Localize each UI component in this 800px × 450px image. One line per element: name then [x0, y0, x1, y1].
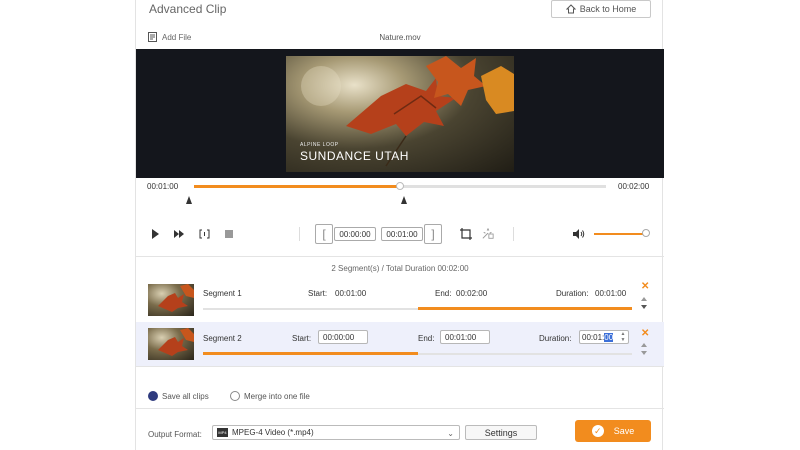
speaker-icon: [573, 229, 585, 239]
volume-button[interactable]: [573, 228, 585, 240]
delete-segment-icon[interactable]: ✕: [641, 281, 649, 292]
split-icon: [199, 229, 209, 239]
move-up-icon[interactable]: [641, 297, 647, 301]
merge-option[interactable]: Merge into one file: [230, 391, 310, 401]
output-format-value: MPEG-4 Video (*.mp4): [232, 428, 314, 437]
move-down-icon[interactable]: [641, 305, 647, 309]
divider: [136, 408, 664, 409]
timeline-progress: [194, 185, 400, 188]
clip-start-field[interactable]: 00:00:00: [334, 227, 376, 241]
effects-button[interactable]: [482, 228, 494, 240]
set-start-button[interactable]: [: [315, 224, 333, 244]
output-format-label: Output Format:: [148, 430, 202, 439]
back-to-home-button[interactable]: Back to Home: [551, 0, 651, 18]
save-all-radio[interactable]: [148, 391, 158, 401]
volume-thumb[interactable]: [642, 229, 650, 237]
total-time: 00:02:00: [618, 182, 650, 191]
window-title: Advanced Clip: [149, 2, 227, 16]
output-format-select[interactable]: MP4 MPEG-4 Video (*.mp4) ⌄: [212, 425, 460, 440]
divider: [299, 227, 300, 241]
file-toolbar: Add File Nature.mov: [136, 28, 664, 48]
current-time: 00:01:00: [147, 182, 179, 191]
segment-range-track: [203, 352, 632, 355]
divider: [136, 366, 664, 367]
divider: [136, 256, 664, 257]
stop-button[interactable]: [223, 228, 235, 240]
bracket-left-icon: [: [322, 227, 326, 241]
clip-end-field[interactable]: 00:01:00: [381, 227, 423, 241]
start-field[interactable]: 00:00:00: [318, 330, 368, 344]
divider: [513, 227, 514, 241]
crop-button[interactable]: [460, 228, 472, 240]
check-icon: ✓: [591, 425, 604, 437]
crop-icon: [460, 228, 472, 240]
segment-range-bar[interactable]: [203, 352, 418, 355]
merge-label: Merge into one file: [244, 391, 310, 401]
segment-summary: 2 Segment(s) / Total Duration 00:02:00: [331, 264, 469, 273]
play-button[interactable]: [149, 228, 161, 240]
back-to-home-label: Back to Home: [579, 4, 637, 14]
move-up-icon[interactable]: [641, 343, 647, 347]
start-label: Start:: [292, 334, 312, 343]
end-value: 00:02:00: [456, 289, 488, 298]
start-value: 00:01:00: [335, 289, 367, 298]
home-icon: [565, 4, 576, 14]
duration-selection: 00: [604, 332, 614, 342]
start-label: Start:: [308, 289, 328, 298]
merge-radio[interactable]: [230, 391, 240, 401]
fast-forward-icon: [174, 230, 184, 238]
save-all-option[interactable]: Save all clips: [148, 391, 209, 401]
video-frame: ALPINE LOOP SUNDANCE UTAH: [286, 56, 514, 172]
timeline-track[interactable]: [194, 182, 606, 190]
segment-range-bar[interactable]: [417, 307, 632, 310]
effects-icon: [482, 228, 494, 239]
split-button[interactable]: [198, 228, 210, 240]
caption-big: SUNDANCE UTAH: [300, 149, 409, 163]
end-marker[interactable]: [401, 196, 407, 204]
end-field[interactable]: 00:01:00: [440, 330, 490, 344]
segment-row[interactable]: Segment 2 Start: 00:00:00 End: 00:01:00 …: [136, 322, 664, 366]
advanced-clip-window: Advanced Clip Back to Home Add File Natu…: [135, 0, 664, 450]
set-end-button[interactable]: ]: [424, 224, 442, 244]
chevron-down-icon: ⌄: [447, 429, 454, 438]
caption-small: ALPINE LOOP: [300, 142, 339, 148]
duration-label: Duration:: [539, 334, 572, 343]
delete-segment-icon[interactable]: ✕: [641, 328, 649, 339]
file-name: Nature.mov: [379, 33, 421, 42]
save-all-label: Save all clips: [162, 391, 209, 401]
fast-forward-button[interactable]: [173, 228, 185, 240]
duration-value: 00:01:00: [595, 289, 627, 298]
move-down-icon[interactable]: [641, 351, 647, 355]
video-preview[interactable]: ALPINE LOOP SUNDANCE UTAH: [136, 49, 664, 178]
timeline-thumb[interactable]: [396, 182, 404, 190]
segment-label: Segment 2: [203, 334, 242, 343]
segment-thumbnail: [148, 284, 194, 316]
end-label: End:: [435, 289, 452, 298]
end-label: End:: [418, 334, 435, 343]
bracket-right-icon: ]: [431, 227, 435, 241]
settings-button[interactable]: Settings: [465, 425, 537, 440]
volume-slider[interactable]: [594, 233, 646, 235]
duration-label: Duration:: [556, 289, 589, 298]
leaf-thumbnail-image: [158, 328, 194, 356]
start-marker[interactable]: [186, 196, 192, 204]
segment-row[interactable]: Segment 1 Start: 00:01:00 End: 00:02:00 …: [136, 278, 664, 322]
duration-spinner[interactable]: ▲ ▼: [619, 331, 627, 343]
segment-range-track: [203, 307, 632, 310]
spin-down-icon[interactable]: ▼: [621, 337, 626, 343]
mpeg-format-icon: MP4: [217, 428, 228, 437]
stop-icon: [225, 230, 233, 238]
play-icon: [152, 229, 159, 239]
segment-label: Segment 1: [203, 289, 242, 298]
save-button[interactable]: ✓ Save: [575, 420, 651, 442]
segment-thumbnail: [148, 328, 194, 360]
playback-controls: [ 00:00:00 00:01:00 ]: [136, 224, 664, 244]
save-label: Save: [613, 426, 635, 436]
duration-prefix: 00:01:: [582, 332, 605, 342]
leaf-thumbnail-image: [158, 284, 194, 312]
